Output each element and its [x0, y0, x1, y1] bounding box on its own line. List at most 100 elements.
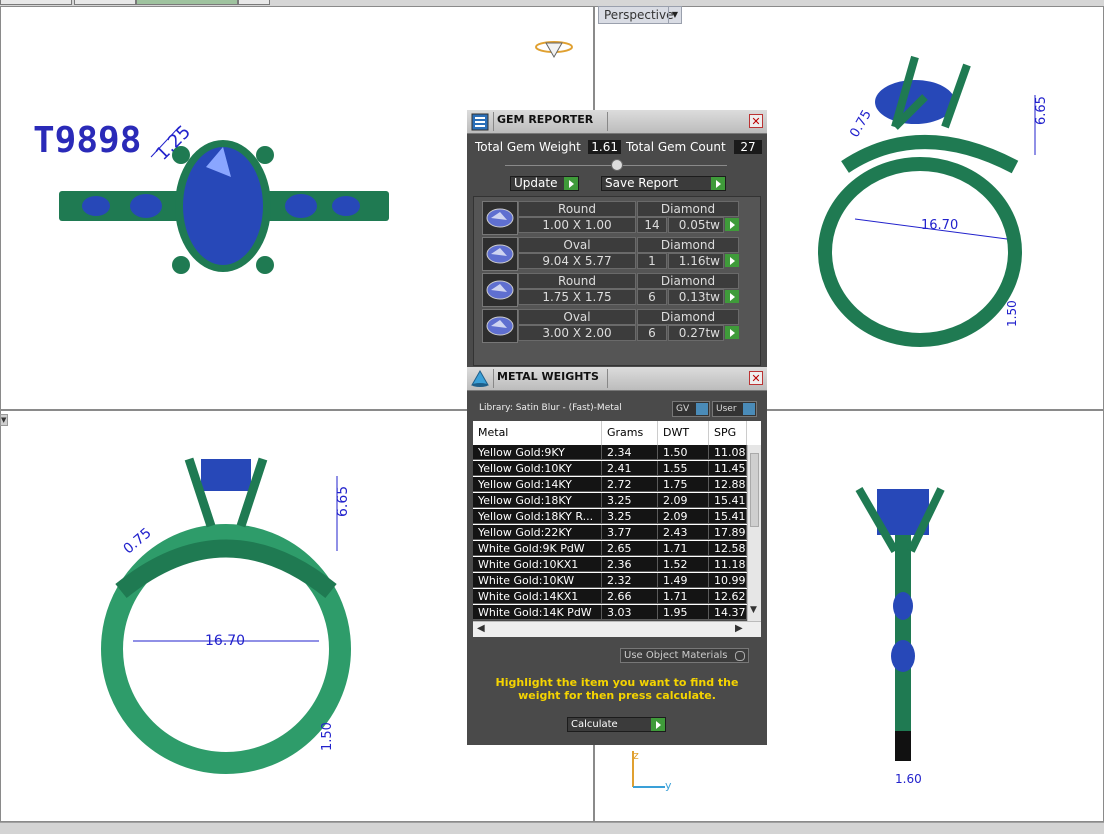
- viewport-menu-arrow[interactable]: ▼: [0, 414, 8, 426]
- cell-spg: 11.18: [709, 557, 747, 572]
- cell-spg: 12.88: [709, 477, 747, 492]
- column-header[interactable]: Metal: [473, 421, 602, 445]
- viewport-label[interactable]: Perspective ▼: [598, 6, 682, 24]
- vertical-scrollbar[interactable]: ▼: [747, 445, 761, 621]
- gem-count: 1: [637, 253, 667, 269]
- gem-weight: 1.16tw: [668, 253, 724, 269]
- metal-weights-titlebar[interactable]: METAL WEIGHTS ✕: [467, 367, 767, 391]
- gem-go-button[interactable]: [725, 326, 739, 339]
- scroll-thumb[interactable]: [750, 453, 759, 527]
- gem-go-button[interactable]: [725, 254, 739, 267]
- table-row[interactable]: Yellow Gold:14KY 2.72 1.75 12.88: [473, 477, 747, 492]
- scroll-left-arrow[interactable]: ◀: [477, 623, 485, 634]
- top-tab-4[interactable]: [238, 0, 270, 5]
- cell-grams: 2.34: [602, 445, 658, 460]
- cell-grams: 2.36: [602, 557, 658, 572]
- cell-dwt: 1.55: [658, 461, 709, 476]
- gem-reporter-title: GEM REPORTER: [497, 113, 594, 126]
- gem-totals: Total Gem Weight 1.61 Total Gem Count 27: [473, 140, 762, 156]
- column-header[interactable]: DWT: [658, 421, 709, 445]
- top-tab-1[interactable]: [0, 0, 72, 5]
- gem-shape-icon: [482, 273, 518, 307]
- user-toggle[interactable]: User: [712, 401, 757, 417]
- dim-height: 6.65: [1034, 96, 1049, 125]
- cell-spg: 17.89: [709, 525, 747, 540]
- update-button[interactable]: Update: [510, 176, 579, 191]
- cell-spg: 15.41: [709, 493, 747, 508]
- cell-grams: 2.72: [602, 477, 658, 492]
- table-row[interactable]: White Gold:10KW 2.32 1.49 10.99: [473, 573, 747, 588]
- table-row[interactable]: White Gold:10KX1 2.36 1.52 11.18: [473, 557, 747, 572]
- gem-row[interactable]: Round 1.00 X 1.00 Diamond 14 0.05tw: [482, 201, 746, 235]
- column-header[interactable]: SPG: [709, 421, 747, 445]
- gem-row[interactable]: Round 1.75 X 1.75 Diamond 6 0.13tw: [482, 273, 746, 307]
- table-row[interactable]: White Gold:9K PdW 2.65 1.71 12.58: [473, 541, 747, 556]
- cell-grams: 3.25: [602, 509, 658, 524]
- metal-weights-title: METAL WEIGHTS: [497, 370, 599, 383]
- table-row[interactable]: Yellow Gold:10KY 2.41 1.55 11.45: [473, 461, 747, 476]
- cell-dwt: 1.71: [658, 541, 709, 556]
- column-header[interactable]: Grams: [602, 421, 658, 445]
- gem-row[interactable]: Oval 3.00 X 2.00 Diamond 6 0.27tw: [482, 309, 746, 343]
- cell-grams: 2.32: [602, 573, 658, 588]
- close-icon[interactable]: ✕: [749, 114, 763, 128]
- cell-metal: White Gold:10KW: [473, 573, 602, 588]
- cell-metal: White Gold:10KX1: [473, 557, 602, 572]
- scroll-right-arrow[interactable]: ▶: [735, 623, 743, 634]
- gem-row[interactable]: Oval 9.04 X 5.77 Diamond 1 1.16tw: [482, 237, 746, 271]
- calculate-button[interactable]: Calculate: [567, 717, 666, 732]
- gem-go-button[interactable]: [725, 218, 739, 231]
- table-row[interactable]: White Gold:14K PdW 3.03 1.95 14.37: [473, 605, 747, 620]
- gem-size: 1.75 X 1.75: [518, 289, 636, 305]
- gv-toggle[interactable]: GV: [672, 401, 710, 417]
- cell-dwt: 1.52: [658, 557, 709, 572]
- radio-icon: [735, 651, 745, 661]
- gem-report-icon: [471, 113, 489, 131]
- gem-size: 1.00 X 1.00: [518, 217, 636, 233]
- cell-spg: 11.08: [709, 445, 747, 460]
- cell-metal: White Gold:14K PdW: [473, 605, 602, 620]
- axis-y-label: y: [665, 779, 672, 792]
- cell-metal: Yellow Gold:18KY: [473, 493, 602, 508]
- table-row[interactable]: Yellow Gold:22KY 3.77 2.43 17.89: [473, 525, 747, 540]
- use-object-materials-toggle[interactable]: Use Object Materials: [620, 648, 749, 663]
- total-count-label: Total Gem Count: [626, 140, 726, 154]
- side-dim-width: 1.60: [895, 772, 922, 786]
- cell-spg: 14.37: [709, 605, 747, 620]
- scroll-down-arrow[interactable]: ▼: [750, 605, 757, 615]
- splitter-handle[interactable]: [611, 159, 623, 171]
- gem-shape: Oval: [518, 237, 636, 253]
- table-row[interactable]: White Gold:14KX1 2.66 1.71 12.62: [473, 589, 747, 604]
- axis-z-label: z: [633, 749, 639, 762]
- cell-grams: 2.41: [602, 461, 658, 476]
- table-row[interactable]: Yellow Gold:9KY 2.34 1.50 11.08: [473, 445, 747, 460]
- gem-reporter-titlebar[interactable]: GEM REPORTER ✕: [467, 110, 767, 134]
- library-label: Library: Satin Blur - (Fast)-Metal: [479, 403, 622, 413]
- cell-spg: 11.45: [709, 461, 747, 476]
- diamond-logo-icon: [535, 41, 573, 59]
- cell-dwt: 1.49: [658, 573, 709, 588]
- total-weight-value: 1.61: [588, 140, 621, 154]
- horizontal-scrollbar[interactable]: ◀ ▶: [473, 621, 761, 637]
- info-icon: [696, 403, 708, 415]
- gem-shape-icon: [482, 309, 518, 343]
- table-row[interactable]: Yellow Gold:18KY R... 3.25 2.09 15.41: [473, 509, 747, 524]
- chevron-down-icon[interactable]: ▼: [668, 7, 681, 23]
- cell-grams: 2.66: [602, 589, 658, 604]
- cell-grams: 3.77: [602, 525, 658, 540]
- gem-go-button[interactable]: [725, 290, 739, 303]
- cell-grams: 3.03: [602, 605, 658, 620]
- metal-weights-panel: METAL WEIGHTS ✕ Library: Satin Blur - (F…: [467, 367, 767, 745]
- viewport-label-text: Perspective: [604, 8, 674, 22]
- gem-shape: Oval: [518, 309, 636, 325]
- prong-2: [256, 146, 274, 164]
- gem-type: Diamond: [637, 309, 739, 325]
- calculate-hint: Highlight the item you want to find the …: [495, 676, 739, 702]
- table-row[interactable]: Yellow Gold:18KY 3.25 2.09 15.41: [473, 493, 747, 508]
- gem-count: 6: [637, 289, 667, 305]
- save-report-button[interactable]: Save Report: [601, 176, 726, 191]
- top-tab-2[interactable]: [74, 0, 136, 5]
- top-tab-3[interactable]: [136, 0, 238, 5]
- side-stone-b: [891, 640, 915, 672]
- close-icon[interactable]: ✕: [749, 371, 763, 385]
